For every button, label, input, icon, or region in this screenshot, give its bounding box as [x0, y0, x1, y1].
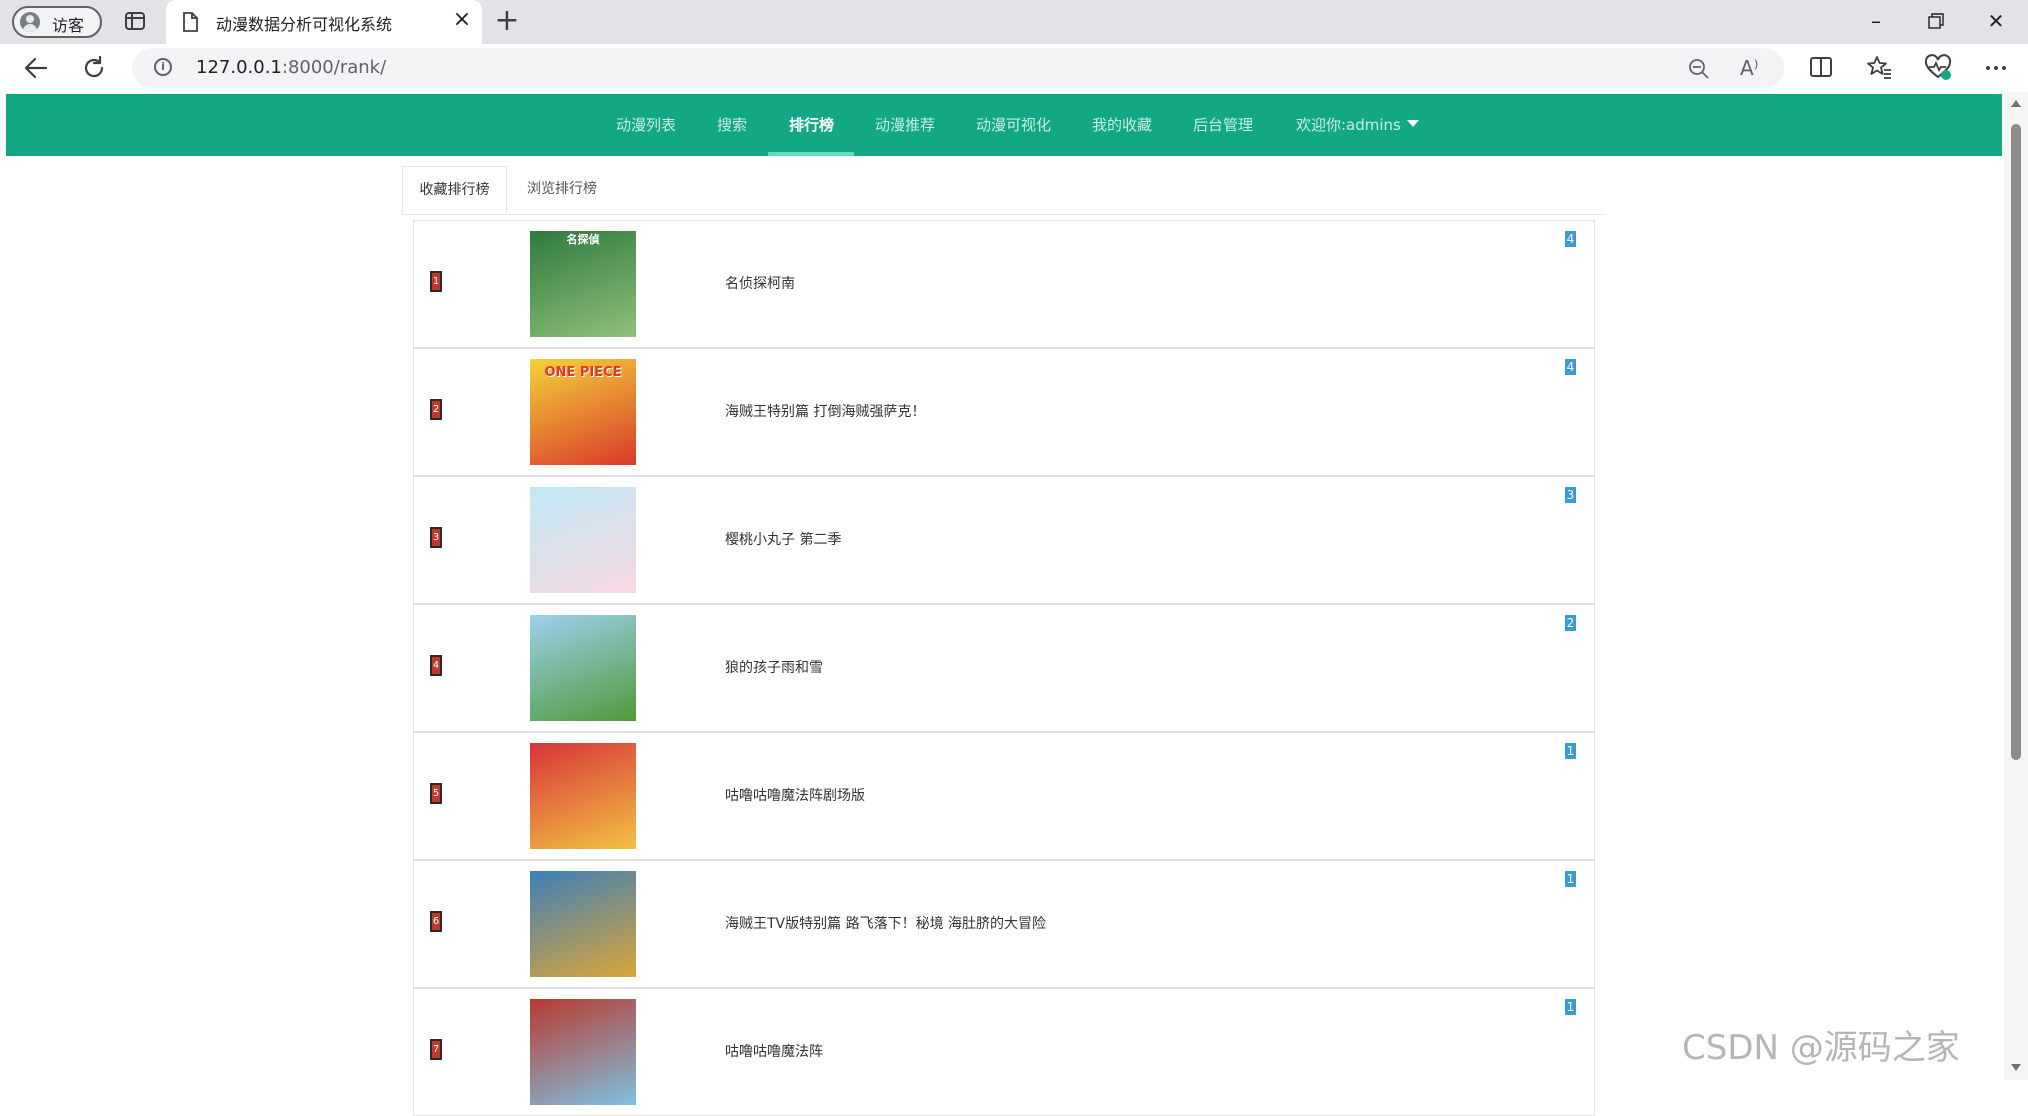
browser-essentials-icon[interactable]	[1924, 54, 1952, 82]
nav-active-indicator	[768, 152, 854, 156]
favorite-count-badge: 1	[1565, 871, 1576, 887]
favorite-count-badge: 2	[1565, 615, 1576, 631]
nav-my-favorites[interactable]: 我的收藏	[1092, 94, 1152, 156]
rank-number-badge: 1	[430, 271, 442, 292]
favorite-count-badge: 3	[1565, 487, 1576, 503]
site-info-icon[interactable]: i	[154, 58, 172, 76]
tab-favorites-ranking[interactable]: 收藏排行榜	[402, 166, 507, 214]
anime-title[interactable]: 海贼王TV版特别篇 路飞落下！秘境 海肚脐的大冒险	[725, 913, 1046, 933]
scroll-up-arrow-icon[interactable]	[2011, 100, 2021, 107]
nav-admin[interactable]: 后台管理	[1193, 94, 1253, 156]
nav-ranking[interactable]: 排行榜	[789, 94, 834, 156]
more-menu-icon[interactable]	[1982, 54, 2010, 82]
cover-logo-text: 名探偵	[566, 233, 600, 246]
favorites-icon[interactable]	[1866, 54, 1894, 82]
anime-cover-image[interactable]	[530, 615, 636, 721]
page-icon	[182, 12, 198, 36]
ranking-row[interactable]: 7 咕噜咕噜魔法阵 1	[413, 988, 1595, 1116]
ranking-row[interactable]: 3 樱桃小丸子 第二季 3	[413, 476, 1595, 604]
favorite-count-badge: 4	[1565, 359, 1576, 375]
rank-number-badge: 4	[430, 655, 442, 676]
tab-views-ranking[interactable]: 浏览排行榜	[507, 166, 617, 214]
address-bar[interactable]: i 127.0.0.1:8000/rank/ A⁾	[132, 48, 1784, 88]
window-minimize-icon[interactable]: –	[1856, 6, 1896, 36]
nav-search[interactable]: 搜索	[717, 94, 747, 156]
anime-cover-image[interactable]: ONE PIECE	[530, 359, 636, 465]
anime-title[interactable]: 樱桃小丸子 第二季	[725, 529, 841, 549]
rank-number-badge: 7	[430, 1039, 442, 1060]
profile-label: 访客	[52, 16, 85, 35]
nav-visualization[interactable]: 动漫可视化	[976, 94, 1051, 156]
read-aloud-icon[interactable]: A⁾	[1740, 56, 1759, 80]
browser-toolbar: i 127.0.0.1:8000/rank/ A⁾	[0, 44, 2028, 92]
ranking-row[interactable]: 2 ONE PIECE 海贼王特别篇 打倒海贼强萨克！ 4	[413, 348, 1595, 476]
window-close-icon[interactable]: ✕	[1976, 6, 2016, 36]
ranking-row[interactable]: 4 狼的孩子雨和雪 2	[413, 604, 1595, 732]
rank-number-badge: 6	[430, 911, 442, 932]
favorite-count-badge: 1	[1565, 743, 1576, 759]
anime-cover-image[interactable]	[530, 871, 636, 977]
page-scrollbar[interactable]	[2004, 92, 2028, 1080]
zoom-out-icon[interactable]	[1688, 58, 1710, 84]
anime-cover-image[interactable]	[530, 487, 636, 593]
profile-button[interactable]: 访客	[12, 6, 102, 38]
page-viewport: 动漫列表 搜索 排行榜 动漫推荐 动漫可视化 我的收藏 后台管理 欢迎你:adm…	[0, 92, 2028, 1116]
tab-close-icon[interactable]: ×	[450, 8, 474, 32]
scroll-down-arrow-icon[interactable]	[2011, 1064, 2021, 1071]
tab-actions-icon[interactable]	[124, 10, 146, 32]
browser-tab[interactable]: 动漫数据分析可视化系统 ×	[166, 0, 482, 44]
anime-title[interactable]: 咕噜咕噜魔法阵剧场版	[725, 785, 865, 805]
browser-titlebar: 访客 动漫数据分析可视化系统 × + – ✕	[0, 0, 2028, 44]
split-screen-icon[interactable]	[1808, 54, 1836, 82]
ranking-row[interactable]: 5 咕噜咕噜魔法阵剧场版 1	[413, 732, 1595, 860]
favorite-count-badge: 1	[1565, 999, 1576, 1015]
anime-cover-image[interactable]: 名探偵	[530, 231, 636, 337]
favorite-count-badge: 4	[1565, 231, 1576, 247]
anime-title[interactable]: 海贼王特别篇 打倒海贼强萨克！	[725, 401, 925, 421]
rank-number-badge: 3	[430, 527, 442, 548]
window-restore-icon[interactable]	[1916, 6, 1956, 36]
rank-number-badge: 2	[430, 399, 442, 420]
dropdown-caret-icon	[1406, 120, 1419, 127]
anime-title[interactable]: 名侦探柯南	[725, 273, 795, 293]
ranking-row[interactable]: 1 名探偵 名侦探柯南 4	[413, 220, 1595, 348]
rank-number-badge: 5	[430, 783, 442, 804]
cover-logo-text: ONE PIECE	[544, 365, 622, 380]
ranking-tabs: 收藏排行榜 浏览排行榜	[402, 166, 1606, 215]
nav-user-menu[interactable]: 欢迎你:admins	[1296, 94, 1419, 156]
anime-title[interactable]: 狼的孩子雨和雪	[725, 657, 823, 677]
site-navbar: 动漫列表 搜索 排行榜 动漫推荐 动漫可视化 我的收藏 后台管理 欢迎你:adm…	[6, 94, 2002, 156]
new-tab-icon[interactable]: +	[492, 6, 522, 36]
nav-anime-list[interactable]: 动漫列表	[616, 94, 676, 156]
nav-recommend[interactable]: 动漫推荐	[875, 94, 935, 156]
anime-cover-image[interactable]	[530, 743, 636, 849]
url-text[interactable]: 127.0.0.1:8000/rank/	[196, 57, 386, 78]
back-arrow-icon[interactable]	[22, 54, 50, 82]
guest-avatar-icon	[20, 12, 40, 32]
ranking-row[interactable]: 6 海贼王TV版特别篇 路飞落下！秘境 海肚脐的大冒险 1	[413, 860, 1595, 988]
csdn-watermark: CSDN @源码之家	[1682, 1028, 1960, 1068]
tab-title: 动漫数据分析可视化系统	[216, 15, 393, 34]
scrollbar-thumb[interactable]	[2011, 124, 2021, 760]
reload-icon[interactable]	[80, 54, 108, 82]
anime-title[interactable]: 咕噜咕噜魔法阵	[725, 1041, 823, 1061]
anime-cover-image[interactable]	[530, 999, 636, 1105]
